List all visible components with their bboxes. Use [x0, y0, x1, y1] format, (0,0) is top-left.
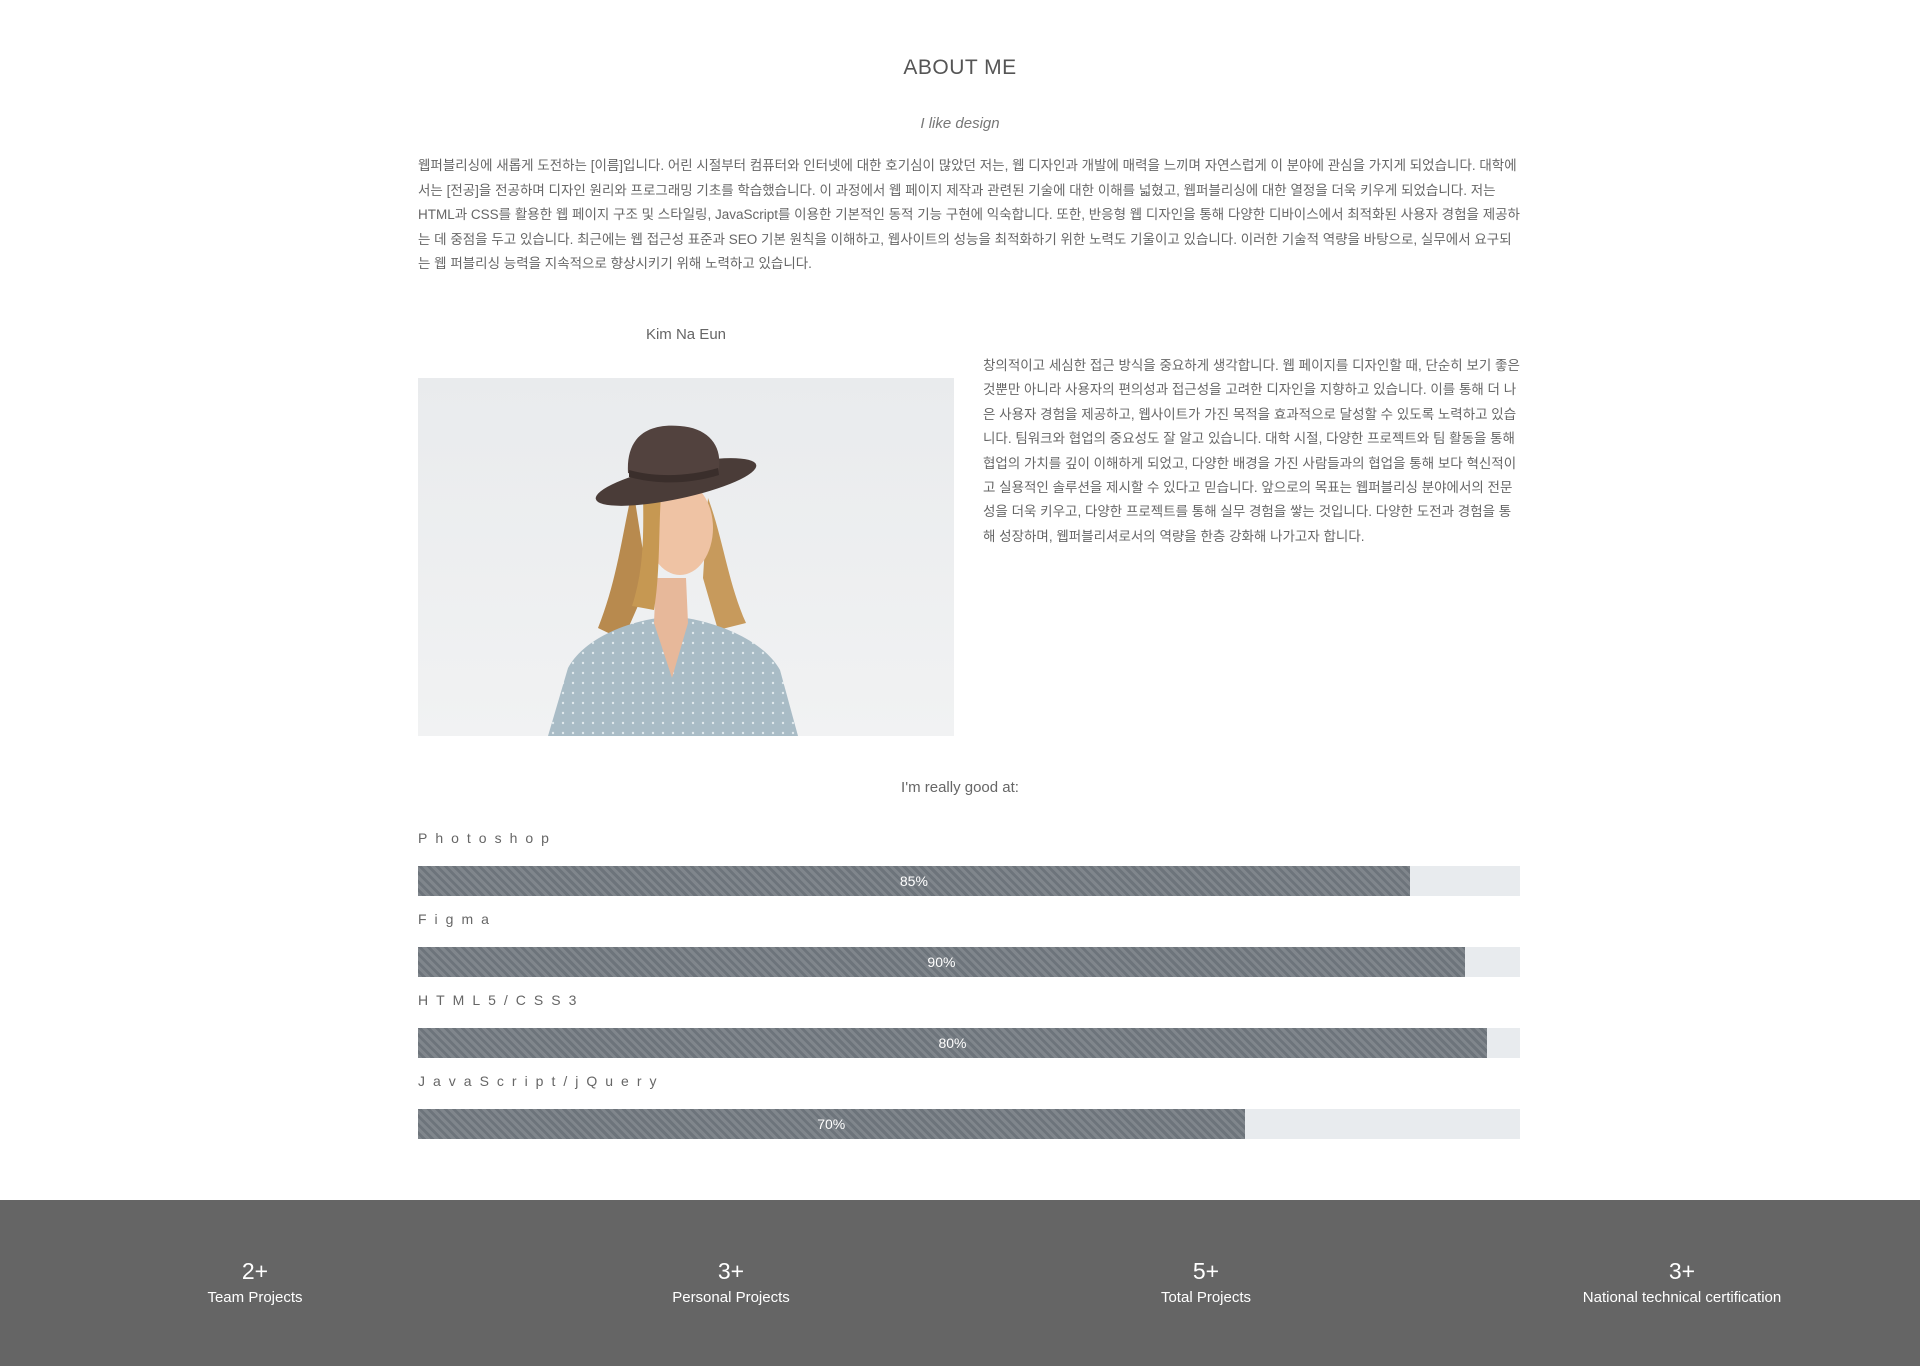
stats-footer: 2+ Team Projects 3+ Personal Projects 5+… [0, 1200, 1920, 1366]
stat-value: 5+ [1192, 1258, 1220, 1284]
skill-bar-figma: 90% [418, 947, 1520, 977]
skill-bar-javascript: 70% [418, 1109, 1520, 1139]
stat-label: Total Projects [1160, 1289, 1252, 1306]
stat-value: 2+ [241, 1258, 269, 1284]
stat-label: Team Projects [207, 1289, 303, 1306]
skill-bar-html-css: 80% [418, 1028, 1520, 1058]
skill-bar-fill: 90% [418, 947, 1465, 977]
section-subtitle: I like design [920, 115, 1000, 132]
stat-value: 3+ [1668, 1258, 1696, 1284]
section-title: ABOUT ME [903, 56, 1017, 79]
stat-value: 3+ [717, 1258, 745, 1284]
bio-paragraph: 창의적이고 세심한 접근 방식을 중요하게 생각합니다. 웹 페이지를 디자인할… [983, 358, 1520, 544]
skill-label-javascript: JavaScript/jQuery [418, 1073, 665, 1089]
about-section: ABOUT ME I like design 웹퍼블리싱에 새롭게 도전하는 [… [0, 0, 1920, 1200]
profile-photo [418, 378, 954, 736]
stat-label: Personal Projects [672, 1289, 790, 1306]
skill-label-figma: Figma [418, 911, 497, 927]
skill-bar-fill: 80% [418, 1028, 1487, 1058]
skill-label-photoshop: Photoshop [418, 830, 557, 846]
stat-certifications: 3+ National technical certification [1442, 1256, 1920, 1309]
profile-name: Kim Na Eun [645, 326, 727, 343]
skill-bar-fill: 85% [418, 866, 1410, 896]
stat-label: National technical certification [1582, 1289, 1782, 1306]
intro-paragraph: 웹퍼블리싱에 새롭게 도전하는 [이름]입니다. 어린 시절부터 컴퓨터와 인터… [418, 158, 1520, 271]
stat-personal-projects: 3+ Personal Projects [491, 1256, 971, 1309]
skill-bar-photoshop: 85% [418, 866, 1520, 896]
skill-bar-fill: 70% [418, 1109, 1245, 1139]
stat-total-projects: 5+ Total Projects [966, 1256, 1446, 1309]
stat-team-projects: 2+ Team Projects [15, 1256, 495, 1309]
skill-label-html-css: HTML5/CSS3 [418, 992, 585, 1008]
skills-heading: I'm really good at: [901, 779, 1019, 796]
